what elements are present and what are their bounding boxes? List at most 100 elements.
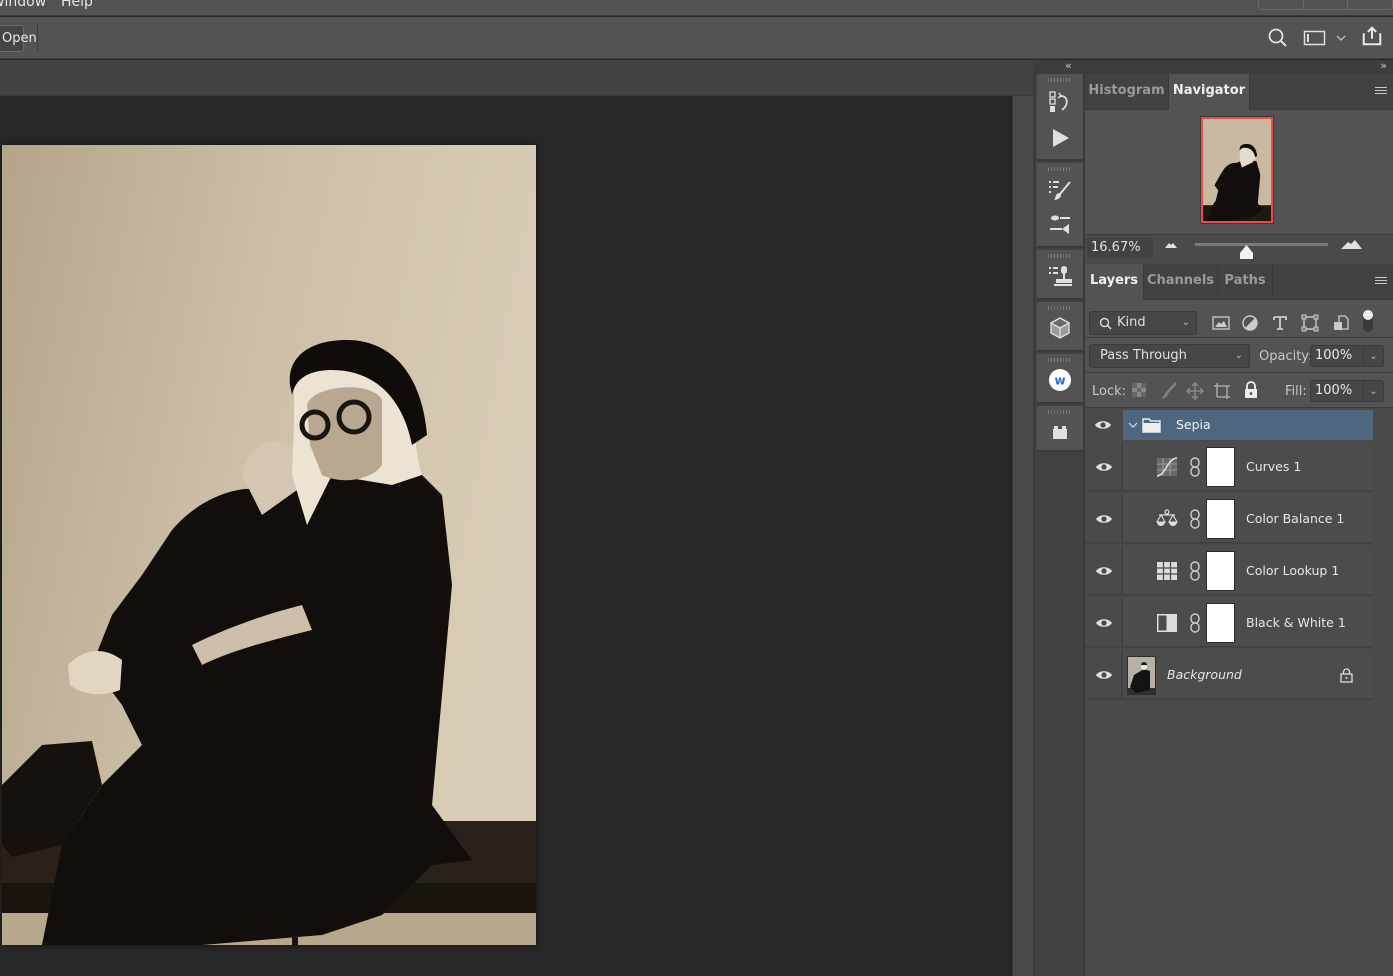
drag-grip[interactable]	[1048, 78, 1072, 82]
visibility-eye-icon[interactable]	[1095, 666, 1113, 684]
layer-row-black-white[interactable]: Black & White 1	[1085, 598, 1373, 648]
adjustment-filter-icon[interactable]	[1241, 314, 1259, 332]
tab-navigator[interactable]: Navigator	[1169, 74, 1250, 110]
svg-text:w: w	[1054, 374, 1065, 388]
tab-layers[interactable]: Layers	[1085, 264, 1144, 300]
sepia-portrait	[2, 145, 536, 945]
document-tab-strip	[0, 60, 1033, 96]
type-filter-icon[interactable]	[1271, 314, 1289, 332]
lock-row: Lock: Fill: 100% ⌄	[1085, 373, 1393, 408]
tab-paths[interactable]: Paths	[1218, 264, 1273, 300]
layer-mask-thumbnail[interactable]	[1206, 499, 1235, 539]
lock-all-icon[interactable]	[1242, 381, 1260, 399]
mask-link-icon[interactable]	[1189, 561, 1201, 581]
3d-cube-icon[interactable]	[1048, 316, 1072, 340]
panel-dock: w	[1033, 74, 1085, 976]
layer-thumbnail[interactable]	[1127, 656, 1156, 695]
layer-name[interactable]: Color Balance 1	[1246, 494, 1344, 544]
tab-channels[interactable]: Channels	[1144, 264, 1218, 300]
clone-source-icon[interactable]	[1048, 264, 1072, 288]
chevron-down-icon[interactable]	[1335, 27, 1347, 49]
chevron-down-icon: ⌄	[1181, 317, 1190, 328]
smart-object-filter-icon[interactable]	[1332, 314, 1350, 332]
layer-mask-thumbnail[interactable]	[1206, 447, 1235, 487]
close-button[interactable]	[1348, 0, 1392, 9]
expand-panels-icon[interactable]: »	[1380, 59, 1387, 72]
zoom-in-icon[interactable]	[1341, 240, 1362, 249]
restore-button[interactable]	[1304, 0, 1349, 9]
panel-collapse-bar[interactable]: »	[1085, 59, 1393, 74]
visibility-eye-icon[interactable]	[1095, 562, 1113, 580]
layer-locked-icon[interactable]	[1340, 668, 1353, 683]
mask-link-icon[interactable]	[1189, 509, 1201, 529]
lock-position-icon[interactable]	[1186, 382, 1204, 400]
layer-name[interactable]: Color Lookup 1	[1246, 546, 1339, 596]
layer-mask-thumbnail[interactable]	[1206, 603, 1235, 643]
minimize-button[interactable]	[1259, 0, 1304, 9]
brush-presets-icon[interactable]	[1048, 178, 1072, 202]
fill-field[interactable]: 100%	[1310, 380, 1364, 402]
layer-row-curves[interactable]: Curves 1	[1085, 442, 1373, 492]
expand-chevron-icon[interactable]	[1128, 421, 1138, 429]
navigator-thumbnail[interactable]	[1200, 116, 1274, 224]
collapse-left-icon[interactable]: «	[1065, 59, 1072, 72]
layer-mask-thumbnail[interactable]	[1206, 551, 1235, 591]
layer-row-group[interactable]: Sepia	[1085, 410, 1373, 440]
mask-link-icon[interactable]	[1189, 613, 1201, 633]
layer-row-color-balance[interactable]: Color Balance 1	[1085, 494, 1373, 544]
vertical-scrollbar[interactable]	[1012, 96, 1033, 976]
dock-group-brushes	[1037, 163, 1083, 248]
share-icon[interactable]	[1360, 25, 1384, 47]
opacity-dropdown-button[interactable]: ⌄	[1364, 345, 1384, 367]
brush-settings-icon[interactable]	[1048, 212, 1072, 236]
document-image[interactable]	[2, 145, 536, 945]
opacity-field[interactable]: 100%	[1310, 345, 1364, 367]
layer-row-background[interactable]: Background	[1085, 650, 1373, 700]
drag-grip[interactable]	[1048, 358, 1072, 362]
filter-kind-label: Kind	[1117, 315, 1146, 330]
workspace-icon[interactable]	[1303, 27, 1327, 49]
tab-histogram[interactable]: Histogram	[1085, 74, 1169, 110]
visibility-eye-icon[interactable]	[1095, 614, 1113, 632]
drag-grip[interactable]	[1048, 410, 1072, 414]
mask-link-icon[interactable]	[1189, 457, 1201, 477]
lock-image-pixels-icon[interactable]	[1160, 382, 1178, 400]
lock-transparent-pixels-icon[interactable]	[1132, 383, 1146, 397]
layer-name[interactable]: Background	[1167, 650, 1242, 700]
search-icon[interactable]	[1267, 27, 1289, 49]
drag-grip[interactable]	[1048, 254, 1072, 258]
shape-filter-icon[interactable]	[1301, 314, 1319, 332]
open-button[interactable]: Open	[0, 25, 37, 52]
drag-grip[interactable]	[1048, 306, 1072, 310]
history-icon[interactable]	[1048, 90, 1072, 114]
menu-window[interactable]: Window	[0, 0, 46, 10]
window-controls	[1258, 0, 1393, 10]
zoom-slider-track[interactable]	[1195, 243, 1328, 246]
image-filter-icon[interactable]	[1212, 314, 1230, 332]
play-actions-icon[interactable]	[1048, 126, 1072, 150]
layer-name[interactable]: Sepia	[1176, 410, 1211, 440]
panel-menu-icon[interactable]	[1375, 87, 1387, 96]
lock-artboard-icon[interactable]	[1213, 382, 1231, 400]
drag-grip[interactable]	[1048, 167, 1072, 171]
dock-group-plugins	[1037, 406, 1083, 452]
zoom-slider-thumb[interactable]	[1240, 245, 1254, 259]
visibility-eye-icon[interactable]	[1095, 510, 1113, 528]
menu-help[interactable]: Help	[61, 0, 93, 10]
dock-collapse-bar[interactable]: «	[1033, 59, 1085, 74]
filter-toggle-switch[interactable]	[1362, 309, 1374, 333]
blend-mode-dropdown[interactable]: Pass Through ⌄	[1089, 344, 1250, 368]
visibility-eye-icon[interactable]	[1094, 418, 1112, 432]
w-plugin-icon[interactable]: w	[1048, 368, 1072, 392]
fill-dropdown-button[interactable]: ⌄	[1364, 380, 1384, 402]
zoom-percent-field[interactable]: 16.67%	[1087, 238, 1153, 258]
layer-name[interactable]: Curves 1	[1246, 442, 1301, 492]
zoom-out-icon[interactable]	[1165, 242, 1177, 248]
panel-menu-icon[interactable]	[1375, 277, 1387, 286]
visibility-eye-icon[interactable]	[1095, 458, 1113, 476]
filter-kind-dropdown[interactable]: Kind ⌄	[1089, 311, 1197, 335]
plugins-icon[interactable]	[1048, 420, 1072, 444]
blend-mode-value: Pass Through	[1100, 348, 1187, 363]
layer-row-color-lookup[interactable]: Color Lookup 1	[1085, 546, 1373, 596]
layer-name[interactable]: Black & White 1	[1246, 598, 1346, 648]
